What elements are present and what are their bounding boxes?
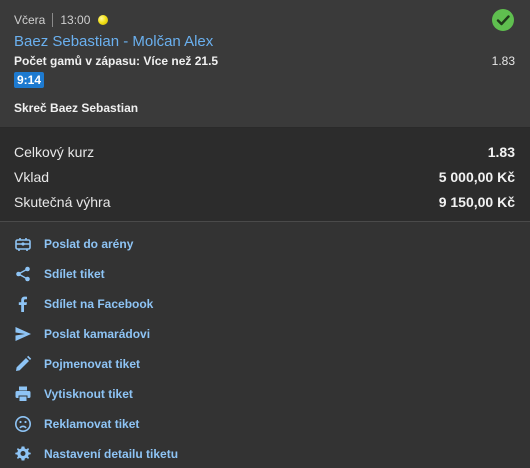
live-score-badge: 9:14 [14,72,45,88]
complaint-ticket-button[interactable]: Reklamovat tiket [14,413,314,435]
action-label: Reklamovat tiket [44,417,140,431]
share-icon [14,265,32,283]
bet-time: 13:00 [60,13,91,27]
action-label: Nastavení detailu tiketu [44,447,179,461]
pencil-icon [14,355,32,373]
stake-value: 5 000,00 Kč [438,169,515,185]
send-to-friend-button[interactable]: Poslat kamarádovi [14,323,314,345]
match-link[interactable]: Baez Sebastian - Molčan Alex [14,33,213,50]
bet-note: Skreč Baez Sebastian [14,101,139,115]
ticket-detail: Včera 13:00 Baez Sebastian - Molčan Alex… [0,0,530,468]
send-to-arena-button[interactable]: Poslat do arény [14,233,314,255]
bet-market: Počet gamů v zápasu: Více než 21.5 [14,54,219,68]
bet-item: Včera 13:00 Baez Sebastian - Molčan Alex… [0,0,530,128]
total-odd-row: Celkový kurz 1.83 [14,144,515,164]
printer-icon [14,385,32,403]
tennis-ball-icon [98,15,109,25]
stake-label: Vklad [14,169,50,185]
share-ticket-button[interactable]: Sdílet tiket [14,263,314,285]
bet-odd: 1.83 [491,54,515,68]
ticket-summary: Celkový kurz 1.83 Vklad 5 000,00 Kč Skut… [0,128,530,222]
stake-row: Vklad 5 000,00 Kč [14,169,515,189]
action-label: Poslat do arény [44,237,134,251]
bet-meta: Včera 13:00 [14,13,109,27]
bet-day: Včera [14,13,46,27]
sad-face-icon [14,415,32,433]
meta-divider [52,13,54,27]
check-circle-icon [492,9,514,31]
ticket-detail-settings-button[interactable]: Nastavení detailu tiketu [14,443,314,465]
action-label: Pojmenovat tiket [44,357,141,371]
send-icon [14,325,32,343]
arena-icon [14,235,32,253]
action-label: Sdílet tiket [44,267,105,281]
facebook-icon [14,295,32,313]
rename-ticket-button[interactable]: Pojmenovat tiket [14,353,314,375]
win-label: Skutečná výhra [14,194,111,210]
ticket-actions: Poslat do arény Sdílet tiket Sdílet na F… [0,222,530,468]
action-label: Vytisknout tiket [44,387,133,401]
win-value: 9 150,00 Kč [438,194,515,210]
action-label: Poslat kamarádovi [44,327,151,341]
total-odd-value: 1.83 [487,144,515,160]
share-facebook-button[interactable]: Sdílet na Facebook [14,293,314,315]
action-label: Sdílet na Facebook [44,297,154,311]
win-row: Skutečná výhra 9 150,00 Kč [14,194,515,214]
print-ticket-button[interactable]: Vytisknout tiket [14,383,314,405]
total-odd-label: Celkový kurz [14,144,95,160]
gear-icon [14,445,32,463]
